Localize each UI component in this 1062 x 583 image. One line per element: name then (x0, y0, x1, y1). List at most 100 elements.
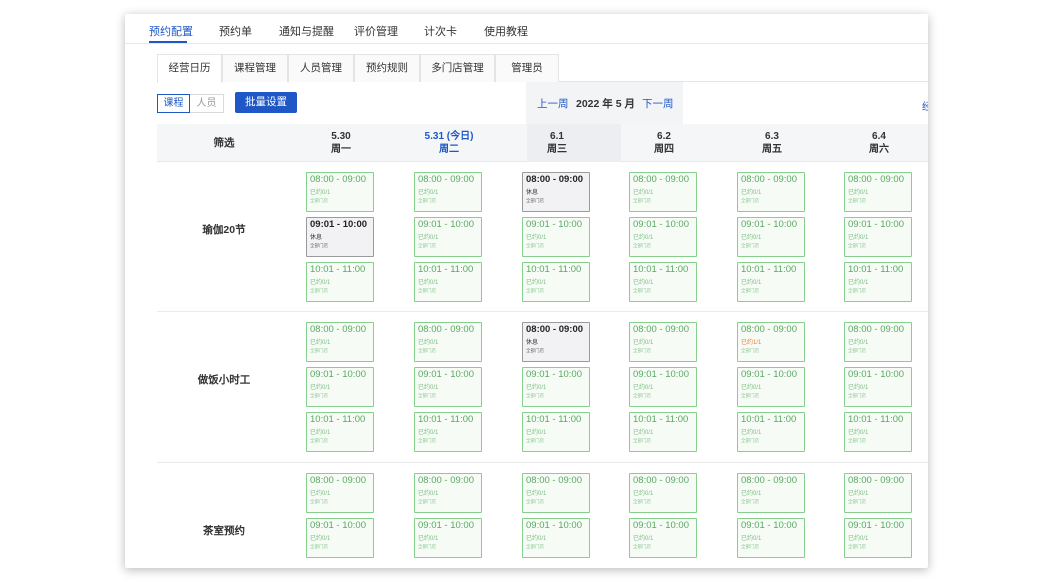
slot-time: 10:01 - 11:00 (848, 414, 904, 425)
slot-store: 全部门店 (741, 544, 759, 549)
time-slot[interactable]: 08:00 - 09:00 已约0/1 全部门店 (844, 172, 912, 212)
filter-course-toggle[interactable]: 课程 (157, 94, 190, 113)
time-slot[interactable]: 10:01 - 11:00 已约0/1 全部门店 (844, 412, 912, 452)
time-slot[interactable]: 09:01 - 10:00 已约0/1 全部门店 (414, 518, 482, 558)
batch-settings-button[interactable]: 批量设置 (235, 92, 297, 113)
time-slot[interactable]: 10:01 - 11:00 已约0/1 全部门店 (737, 262, 805, 302)
time-slot[interactable]: 10:01 - 11:00 已约0/1 全部门店 (306, 412, 374, 452)
slot-time: 08:00 - 09:00 (741, 475, 797, 486)
slot-time: 09:01 - 10:00 (633, 520, 689, 531)
nav-orders[interactable]: 预约单 (219, 23, 252, 39)
slot-store: 全部门店 (310, 499, 328, 504)
time-slot[interactable]: 08:00 - 09:00 已约0/1 全部门店 (629, 322, 697, 362)
time-slot[interactable]: 08:00 - 09:00 已约0/1 全部门店 (306, 473, 374, 513)
time-slot[interactable]: 09:01 - 10:00 已约0/1 全部门店 (844, 367, 912, 407)
time-slot[interactable]: 08:00 - 09:00 已约0/1 全部门店 (629, 172, 697, 212)
day-weekday: 周五 (762, 144, 782, 155)
filter-person-toggle[interactable]: 人员 (190, 94, 224, 113)
current-month: 2022 年 5 月 (576, 98, 635, 110)
time-slot-rest[interactable]: 08:00 - 09:00 休息 全部门店 (522, 322, 590, 362)
slot-time: 09:01 - 10:00 (526, 219, 582, 230)
time-slot[interactable]: 09:01 - 10:00 已约0/1 全部门店 (844, 217, 912, 257)
time-slot[interactable]: 08:00 - 09:00 已约0/1 全部门店 (522, 473, 590, 513)
time-slot[interactable]: 09:01 - 10:00 已约0/1 全部门店 (844, 518, 912, 558)
time-slot[interactable]: 09:01 - 10:00 已约0/1 全部门店 (522, 217, 590, 257)
prev-week-link[interactable]: 上一周 (537, 96, 569, 111)
tab-staff-management[interactable]: 人员管理 (288, 54, 354, 82)
slot-booked-count: 已约0/1 (526, 430, 547, 436)
time-slot[interactable]: 08:00 - 09:00 已约0/1 全部门店 (737, 473, 805, 513)
time-slot[interactable]: 08:00 - 09:00 已约0/1 全部门店 (844, 473, 912, 513)
slot-booked-count: 已约0/1 (848, 430, 869, 436)
slot-time: 08:00 - 09:00 (418, 324, 474, 335)
slot-booked-count: 已约0/1 (310, 491, 331, 497)
slot-time: 08:00 - 09:00 (633, 475, 689, 486)
slot-store: 全部门店 (310, 544, 328, 549)
slot-store: 全部门店 (526, 198, 544, 203)
time-slot[interactable]: 08:00 - 09:00 已约0/1 全部门店 (414, 322, 482, 362)
time-slot[interactable]: 08:00 - 09:00 已约0/1 全部门店 (306, 172, 374, 212)
slot-time: 09:01 - 10:00 (310, 369, 366, 380)
nav-reviews[interactable]: 评价管理 (354, 23, 398, 39)
time-slot[interactable]: 09:01 - 10:00 已约0/1 全部门店 (629, 518, 697, 558)
time-slot-rest[interactable]: 09:01 - 10:00 休息 全部门店 (306, 217, 374, 257)
time-slot[interactable]: 10:01 - 11:00 已约0/1 全部门店 (306, 262, 374, 302)
time-slot[interactable]: 08:00 - 09:00 已约1/1 全部门店 (737, 322, 805, 362)
time-slot[interactable]: 10:01 - 11:00 已约0/1 全部门店 (522, 412, 590, 452)
slot-store: 全部门店 (848, 544, 866, 549)
day-header: 5.31 (今日) 周二 (399, 130, 499, 156)
time-slot[interactable]: 10:01 - 11:00 已约0/1 全部门店 (414, 412, 482, 452)
week-navigator: 上一周 2022 年 5 月 下一周 (526, 82, 683, 124)
time-slot[interactable]: 09:01 - 10:00 已约0/1 全部门店 (522, 367, 590, 407)
time-slot[interactable]: 09:01 - 10:00 已约0/1 全部门店 (737, 217, 805, 257)
time-slot[interactable]: 08:00 - 09:00 已约0/1 全部门店 (414, 172, 482, 212)
time-slot[interactable]: 09:01 - 10:00 已约0/1 全部门店 (306, 367, 374, 407)
slot-time: 09:01 - 10:00 (741, 520, 797, 531)
time-slot[interactable]: 10:01 - 11:00 已约0/1 全部门店 (414, 262, 482, 302)
day-header: 6.4 周六 (829, 130, 928, 156)
time-slot[interactable]: 09:01 - 10:00 已约0/1 全部门店 (414, 367, 482, 407)
time-slot[interactable]: 09:01 - 10:00 已约0/1 全部门店 (737, 367, 805, 407)
time-slot[interactable]: 08:00 - 09:00 已约0/1 全部门店 (844, 322, 912, 362)
time-slot[interactable]: 09:01 - 10:00 已约0/1 全部门店 (522, 518, 590, 558)
time-slot[interactable]: 09:01 - 10:00 已约0/1 全部门店 (306, 518, 374, 558)
time-slot[interactable]: 10:01 - 11:00 已约0/1 全部门店 (844, 262, 912, 302)
next-week-link[interactable]: 下一周 (642, 96, 674, 111)
time-slot[interactable]: 10:01 - 11:00 已约0/1 全部门店 (522, 262, 590, 302)
time-slot[interactable]: 09:01 - 10:00 已约0/1 全部门店 (737, 518, 805, 558)
nav-booking-config[interactable]: 预约配置 (149, 23, 193, 39)
slot-store: 全部门店 (310, 288, 328, 293)
slot-booked-count: 已约0/1 (633, 430, 654, 436)
time-slot[interactable]: 10:01 - 11:00 已约0/1 全部门店 (737, 412, 805, 452)
course-group: 瑜伽20节 08:00 - 09:00 已约0/1 全部门店 08:00 - 09:00… (157, 162, 928, 312)
tab-booking-rules[interactable]: 预约规则 (354, 54, 420, 82)
time-slot[interactable]: 09:01 - 10:00 已约0/1 全部门店 (414, 217, 482, 257)
truncated-link[interactable]: 经 (922, 98, 928, 113)
time-slot-rest[interactable]: 08:00 - 09:00 休息 全部门店 (522, 172, 590, 212)
time-slot[interactable]: 08:00 - 09:00 已约0/1 全部门店 (737, 172, 805, 212)
tab-calendar[interactable]: 经营日历 (157, 54, 222, 83)
time-slot[interactable]: 08:00 - 09:00 已约0/1 全部门店 (414, 473, 482, 513)
slot-time: 09:01 - 10:00 (633, 369, 689, 380)
slot-booked-count: 已约0/1 (848, 385, 869, 391)
slot-time: 09:01 - 10:00 (526, 369, 582, 380)
time-slot[interactable]: 08:00 - 09:00 已约0/1 全部门店 (629, 473, 697, 513)
slot-store: 全部门店 (526, 544, 544, 549)
tab-admins[interactable]: 管理员 (495, 54, 559, 82)
time-slot[interactable]: 09:01 - 10:00 已约0/1 全部门店 (629, 217, 697, 257)
time-slot[interactable]: 08:00 - 09:00 已约0/1 全部门店 (306, 322, 374, 362)
slot-store: 全部门店 (526, 288, 544, 293)
slot-time: 08:00 - 09:00 (310, 475, 366, 486)
time-slot[interactable]: 10:01 - 11:00 已约0/1 全部门店 (629, 262, 697, 302)
tab-multi-store[interactable]: 多门店管理 (420, 54, 495, 82)
nav-notifications[interactable]: 通知与提醒 (279, 23, 334, 39)
time-slot[interactable]: 10:01 - 11:00 已约0/1 全部门店 (629, 412, 697, 452)
slot-time: 09:01 - 10:00 (848, 369, 904, 380)
slot-time: 08:00 - 09:00 (418, 174, 474, 185)
nav-tutorial[interactable]: 使用教程 (484, 23, 528, 39)
slot-store: 全部门店 (310, 438, 328, 443)
tab-course-management[interactable]: 课程管理 (222, 54, 288, 82)
slot-time: 09:01 - 10:00 (310, 520, 366, 531)
nav-punch-card[interactable]: 计次卡 (424, 23, 457, 39)
time-slot[interactable]: 09:01 - 10:00 已约0/1 全部门店 (629, 367, 697, 407)
